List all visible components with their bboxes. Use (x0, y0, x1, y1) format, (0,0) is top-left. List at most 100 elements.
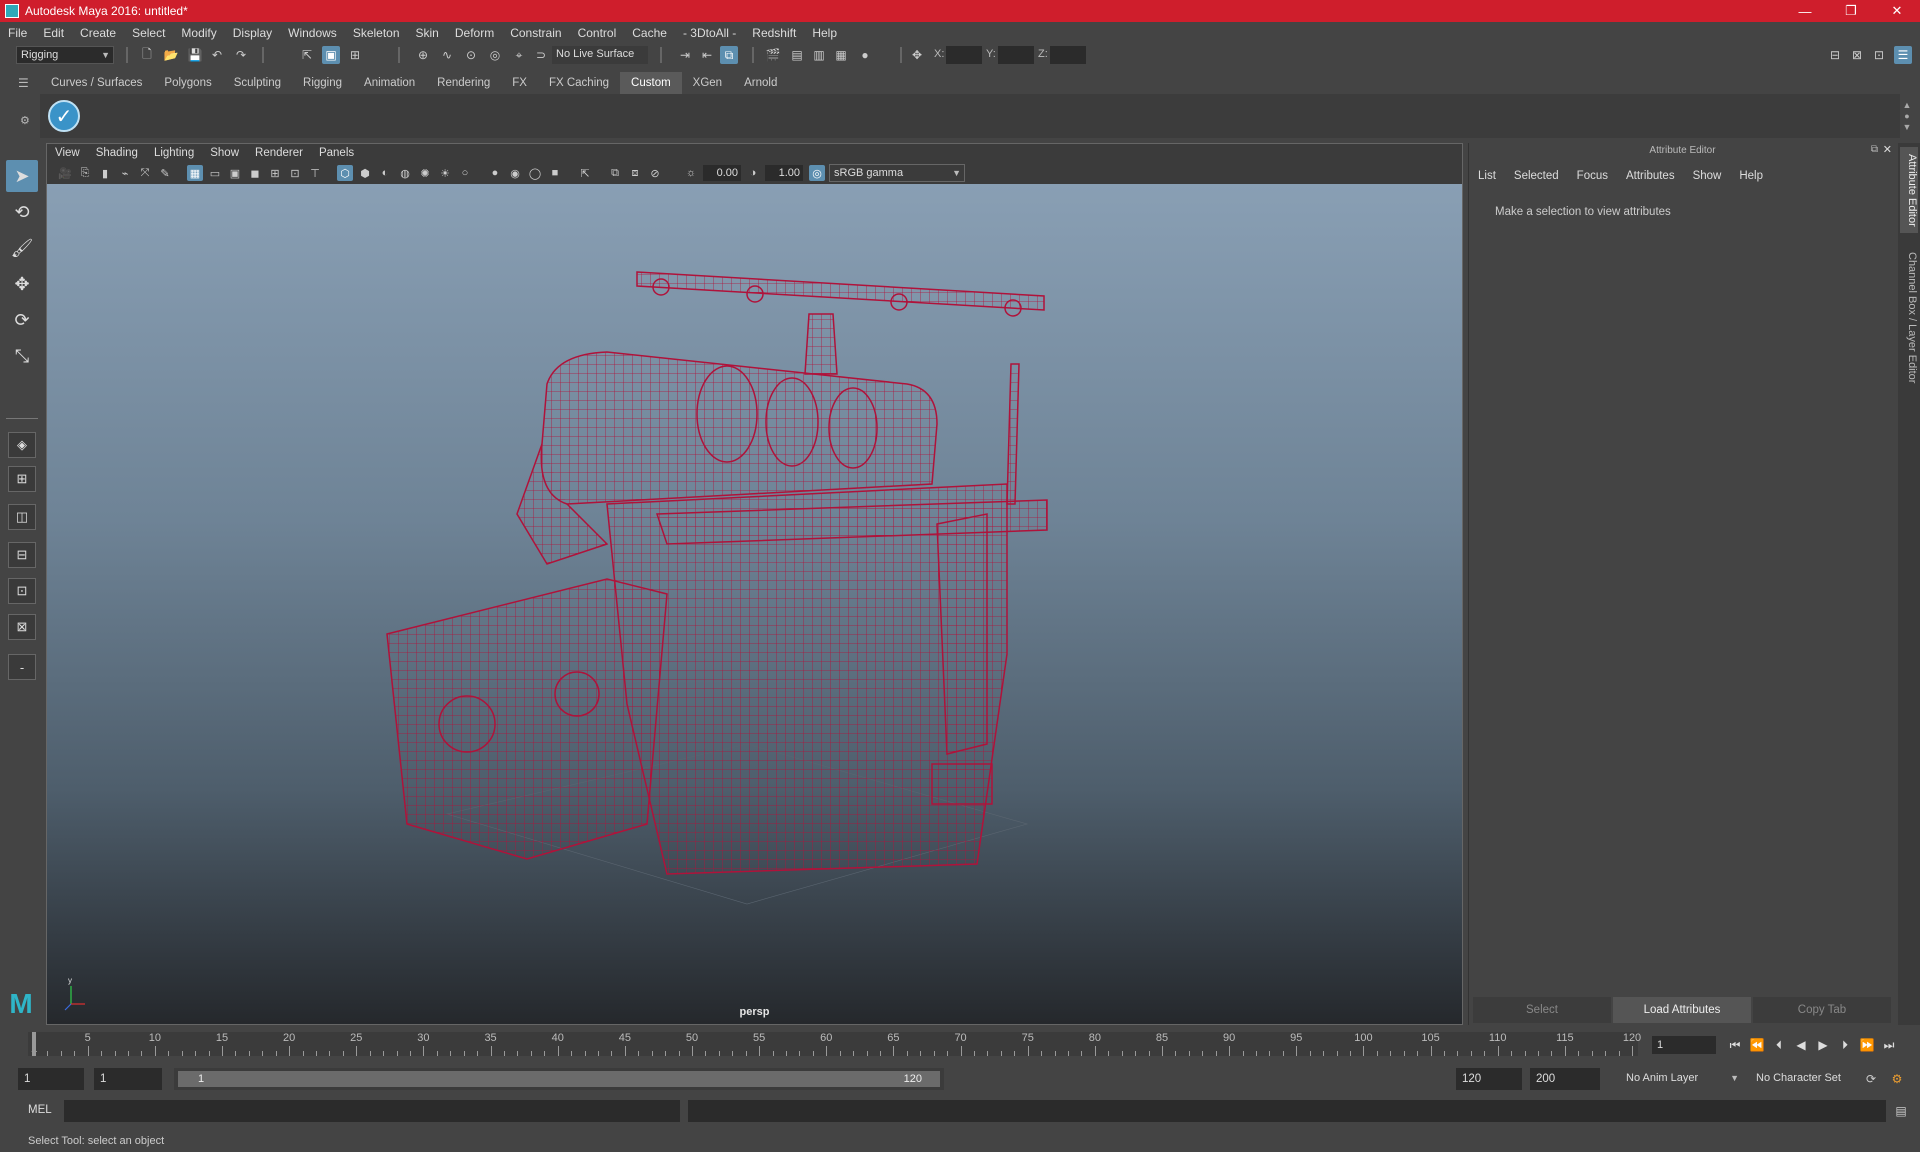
shelf-tab-fx-caching[interactable]: FX Caching (537, 72, 621, 94)
select-tool-icon[interactable]: ➤ (6, 160, 38, 192)
render-settings-icon[interactable]: ▦ (832, 46, 850, 64)
snap-curve-icon[interactable]: ∿ (438, 46, 456, 64)
z-coord-field[interactable] (1050, 46, 1086, 64)
ae-select-button[interactable]: Select (1473, 997, 1611, 1023)
wireframe-mode-icon[interactable]: ⬡ (337, 165, 353, 181)
load-attributes-button[interactable]: Load Attributes (1613, 997, 1751, 1023)
shelf-tab-fx[interactable]: FX (501, 72, 538, 94)
ae-menu-list[interactable]: List (1469, 167, 1505, 185)
time-ruler[interactable]: 1510152025303540455055606570758085909510… (28, 1032, 1641, 1056)
transform-mode-icon[interactable]: ✥ (908, 46, 926, 64)
menu-control[interactable]: Control (570, 22, 625, 44)
ambient-occlusion-icon[interactable]: ○ (457, 165, 473, 181)
viewport-menu-panels[interactable]: Panels (311, 144, 362, 162)
xray-icon[interactable]: ◉ (507, 165, 523, 181)
render-frame-icon[interactable]: ▤ (788, 46, 806, 64)
close-panel-icon[interactable]: ✕ (1883, 143, 1892, 156)
menu-constrain[interactable]: Constrain (502, 22, 569, 44)
shelf-tab-polygons[interactable]: Polygons (153, 72, 223, 94)
render-view-icon[interactable]: 🎬 (764, 46, 782, 64)
menu-3dtoall[interactable]: - 3DtoAll - (675, 22, 744, 44)
shelf-tab-xgen[interactable]: XGen (681, 72, 734, 94)
viewport-menu-show[interactable]: Show (202, 144, 247, 162)
menu-edit[interactable]: Edit (35, 22, 72, 44)
menu-cache[interactable]: Cache (624, 22, 675, 44)
snap-live-icon[interactable]: ⌖ (510, 46, 528, 64)
menu-select[interactable]: Select (124, 22, 173, 44)
perspective-viewport[interactable]: y persp (47, 184, 1462, 1024)
hypershade-icon[interactable]: ● (856, 46, 874, 64)
x-coord-field[interactable] (946, 46, 982, 64)
minimize-button[interactable]: — (1782, 0, 1828, 22)
menuset-dropdown[interactable]: Rigging ▼ (16, 46, 114, 64)
ae-menu-selected[interactable]: Selected (1505, 167, 1568, 185)
anti-aliasing-icon[interactable]: ⧈ (627, 165, 643, 181)
menu-deform[interactable]: Deform (447, 22, 502, 44)
step-forward-key-icon[interactable]: ⏩ (1858, 1036, 1876, 1054)
xray-joints-icon[interactable]: ◯ (527, 165, 543, 181)
checkmark-icon[interactable]: ✓ (48, 100, 80, 132)
2d-pan-zoom-icon[interactable]: ⤧ (137, 165, 153, 181)
animation-preferences-icon[interactable]: ⚙ (1888, 1070, 1906, 1088)
time-slider[interactable]: 1510152025303540455055606570758085909510… (22, 1028, 1642, 1058)
menu-modify[interactable]: Modify (173, 22, 224, 44)
four-pane-layout-icon[interactable]: ⊞ (8, 466, 36, 492)
shelf-tab-rigging[interactable]: Rigging (292, 72, 354, 94)
exposure-field[interactable]: 0.00 (703, 165, 741, 181)
go-to-start-icon[interactable]: ⏮ (1726, 1036, 1744, 1054)
viewport-menu-renderer[interactable]: Renderer (247, 144, 311, 162)
tool-settings-icon[interactable]: ⊡ (1870, 46, 1888, 64)
input-ops-icon[interactable]: ⇥ (676, 46, 694, 64)
safe-action-icon[interactable]: ⊡ (287, 165, 303, 181)
step-back-frame-icon[interactable]: ⏴ (1770, 1036, 1788, 1054)
side-tab-channel-box[interactable]: Channel Box / Layer Editor (1900, 243, 1918, 393)
scale-tool-icon[interactable]: ⤡ (6, 340, 38, 372)
paint-select-tool-icon[interactable]: 🖌 (6, 232, 38, 264)
auto-key-icon[interactable]: ⟳ (1862, 1070, 1880, 1088)
undo-icon[interactable]: ↶ (208, 46, 226, 64)
script-language-label[interactable]: MEL (28, 1104, 52, 1116)
ipr-render-icon[interactable]: ▥ (810, 46, 828, 64)
grease-pencil-icon[interactable]: ✎ (157, 165, 173, 181)
gamma-field[interactable]: 1.00 (765, 165, 803, 181)
copy-tab-button[interactable]: Copy Tab (1753, 997, 1891, 1023)
shadows-icon[interactable]: ☀ (437, 165, 453, 181)
menu-skin[interactable]: Skin (408, 22, 447, 44)
bookmark-icon[interactable]: ▮ (97, 165, 113, 181)
shelf-tab-custom[interactable]: Custom (620, 72, 682, 94)
menu-file[interactable]: File (0, 22, 35, 44)
shelf-menu-icon[interactable]: ☰ (18, 76, 36, 92)
textured-icon[interactable]: ◍ (397, 165, 413, 181)
lasso-tool-icon[interactable]: ⟲ (6, 196, 38, 228)
shelf-tab-rendering[interactable]: Rendering (426, 72, 502, 94)
new-scene-icon[interactable]: 🗋 (138, 46, 156, 64)
gate-mask-icon[interactable]: ◼ (247, 165, 263, 181)
redo-icon[interactable]: ↷ (232, 46, 250, 64)
safe-title-icon[interactable]: ⊤ (307, 165, 323, 181)
menu-create[interactable]: Create (72, 22, 124, 44)
resolution-gate-icon[interactable]: ▣ (227, 165, 243, 181)
image-plane-icon[interactable]: ⌁ (117, 165, 133, 181)
shelf-tab-animation[interactable]: Animation (353, 72, 427, 94)
depth-of-field-icon[interactable]: ⊘ (647, 165, 663, 181)
hud-toggle-icon[interactable]: ⇱ (577, 165, 593, 181)
custom-layout-icon[interactable]: - (8, 654, 36, 680)
graph-editor-layout-icon[interactable]: ⊡ (8, 578, 36, 604)
camera-attributes-icon[interactable]: ⎘ (77, 165, 93, 181)
play-backward-icon[interactable]: ◀ (1792, 1036, 1810, 1054)
shelf-settings-icon[interactable]: ⚙ (20, 114, 34, 128)
menu-help[interactable]: Help (804, 22, 845, 44)
construction-history-icon[interactable]: ⇤ (698, 46, 716, 64)
play-forward-icon[interactable]: ▶ (1814, 1036, 1832, 1054)
snap-point-icon[interactable]: ⊙ (462, 46, 480, 64)
step-forward-frame-icon[interactable]: ⏵ (1836, 1036, 1854, 1054)
grid-toggle-icon[interactable]: ▦ (187, 165, 203, 181)
two-pane-layout-icon[interactable]: ◫ (8, 504, 36, 530)
wireframe-on-shaded-icon[interactable]: ◐ (377, 165, 393, 181)
menu-redshift[interactable]: Redshift (744, 22, 804, 44)
xray-components-icon[interactable]: ■ (547, 165, 563, 181)
select-hierarchy-icon[interactable]: ⇱ (298, 46, 316, 64)
side-tab-attribute-editor[interactable]: Attribute Editor (1900, 147, 1918, 233)
open-scene-icon[interactable]: 📂 (162, 46, 180, 64)
range-slider[interactable]: 1 120 (174, 1068, 944, 1090)
